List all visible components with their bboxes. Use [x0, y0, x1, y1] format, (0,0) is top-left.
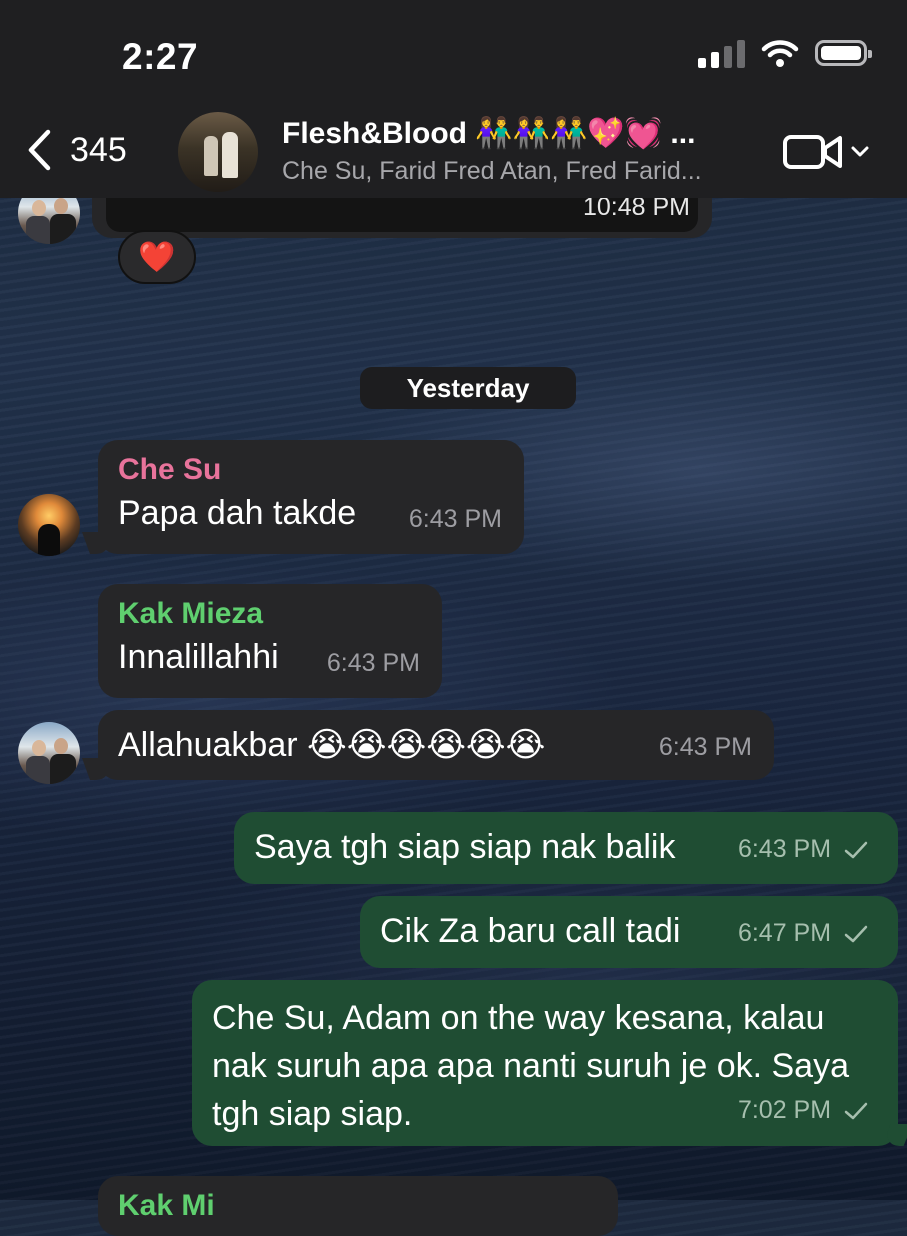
video-camera-icon	[783, 135, 842, 169]
message-time: 6:47 PM	[738, 910, 868, 956]
message-bubble[interactable]: Kak Mieza Innalillahhi 6:43 PM	[98, 584, 442, 698]
cellular-signal-icon	[698, 38, 745, 68]
sender-avatar[interactable]	[18, 494, 80, 556]
message-bubble[interactable]: Che Su, Adam on the way kesana, kalau na…	[192, 980, 898, 1146]
delivered-check-icon	[844, 926, 868, 943]
message-bubble[interactable]: Allahuakbar 😭😭😭😭😭😭 6:43 PM	[98, 710, 774, 780]
status-icons	[698, 38, 872, 68]
message-bubble[interactable]: Cik Za baru call tadi 6:47 PM	[360, 896, 898, 968]
delivered-check-icon	[844, 1103, 868, 1120]
sender-name[interactable]: Kak Mi	[118, 1188, 598, 1224]
message-time: 6:43 PM	[326, 649, 420, 677]
message-bubble[interactable]: Kak Mi	[98, 1176, 618, 1236]
group-avatar[interactable]	[178, 112, 258, 192]
chevron-down-icon	[851, 146, 869, 157]
sender-name[interactable]: Kak Mieza	[118, 596, 422, 632]
message-time: 6:43 PM	[408, 505, 502, 533]
group-name[interactable]: Flesh&Blood 👫👫👫💖💓 ...	[282, 116, 695, 151]
group-members[interactable]: Che Su, Farid Fred Atan, Fred Farid...	[282, 157, 702, 186]
heart-reaction[interactable]: ❤️	[118, 230, 196, 284]
status-time: 2:27	[122, 36, 199, 77]
wifi-icon	[761, 40, 799, 67]
delivered-check-icon	[844, 842, 868, 859]
video-call-button[interactable]	[782, 132, 870, 172]
message-bubble[interactable]: Che Su Papa dah takde 6:43 PM	[98, 440, 524, 554]
message-time: 6:43 PM	[658, 733, 752, 761]
message-bubble[interactable]: Saya tgh siap siap nak balik 6:43 PM	[234, 812, 898, 884]
unread-count: 345	[70, 130, 127, 169]
message-time: 6:43 PM	[738, 826, 868, 872]
date-divider: Yesterday	[360, 367, 576, 409]
sender-name[interactable]: Che Su	[118, 452, 504, 488]
back-button[interactable]: 345	[26, 128, 127, 172]
battery-icon	[815, 40, 872, 66]
message-time: 7:02 PM	[738, 1086, 868, 1134]
chat-header: 2:27 345 Flesh&Blood 👫👫👫💖💓 ... Che Su, F…	[0, 0, 907, 198]
sender-avatar[interactable]	[18, 722, 80, 784]
chevron-left-icon	[28, 129, 51, 171]
